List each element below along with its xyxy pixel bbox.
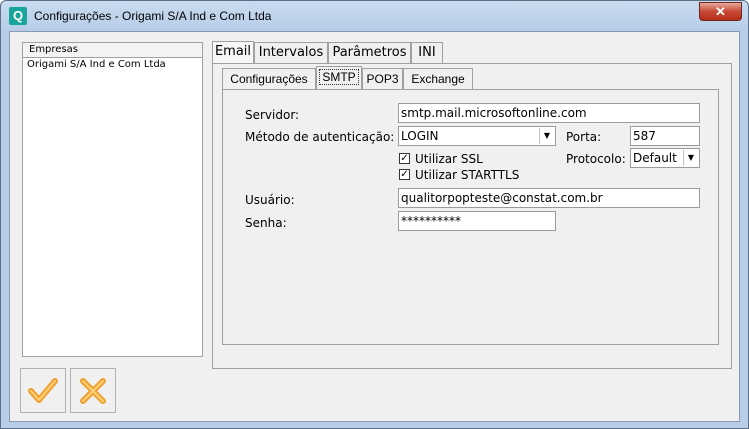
tab-parametros[interactable]: Parâmetros [328, 42, 411, 63]
usuario-label: Usuário: [245, 193, 295, 207]
title-bar[interactable]: Q Configurações - Origami S/A Ind e Com … [1, 1, 748, 31]
starttls-label[interactable]: Utilizar STARTTLS [415, 168, 519, 182]
window-title: Configurações - Origami S/A Ind e Com Lt… [34, 9, 272, 23]
senha-label: Senha: [245, 216, 287, 230]
configuracoes-window: Q Configurações - Origami S/A Ind e Com … [0, 0, 749, 429]
usuario-input[interactable]: qualitorpopteste@constat.com.br [398, 188, 700, 208]
subtab-pop3[interactable]: POP3 [362, 68, 403, 89]
subtab-configuracoes[interactable]: Configurações [222, 68, 316, 89]
metodo-label: Método de autenticação: [245, 130, 395, 144]
tab-intervalos[interactable]: Intervalos [254, 42, 328, 63]
subtab-smtp[interactable]: SMTP [316, 66, 362, 89]
close-button[interactable]: ✕ [699, 2, 742, 21]
protocolo-label: Protocolo: [566, 152, 626, 166]
ok-button[interactable] [20, 368, 66, 413]
tab-email[interactable]: Email [212, 41, 254, 64]
ssl-label[interactable]: Utilizar SSL [415, 152, 483, 166]
porta-label: Porta: [566, 130, 602, 144]
empresas-header[interactable]: Empresas [23, 43, 202, 58]
ssl-checkbox[interactable]: ✓ [399, 153, 410, 164]
client-area: Empresas Origami S/A Ind e Com Ltda Emai… [9, 31, 740, 422]
chevron-down-icon[interactable]: ▼ [539, 128, 554, 144]
metodo-select[interactable]: LOGIN ▼ [398, 126, 556, 146]
action-buttons [20, 368, 118, 414]
servidor-label: Servidor: [245, 108, 300, 122]
app-icon: Q [9, 7, 27, 25]
starttls-checkbox[interactable]: ✓ [399, 169, 410, 180]
x-icon [80, 377, 106, 404]
servidor-input[interactable]: smtp.mail.microsoftonline.com [398, 103, 700, 123]
senha-input[interactable]: ********** [398, 211, 556, 231]
protocolo-select[interactable]: Default ▼ [630, 148, 700, 168]
metodo-value: LOGIN [401, 129, 439, 143]
empresas-list[interactable]: Empresas Origami S/A Ind e Com Ltda [22, 42, 203, 357]
chevron-down-icon[interactable]: ▼ [683, 150, 698, 166]
porta-input[interactable]: 587 [630, 126, 700, 146]
checkmark-icon [28, 377, 58, 403]
subtab-smtp-label: SMTP [319, 69, 359, 85]
subtab-exchange[interactable]: Exchange [403, 68, 473, 89]
cancel-button[interactable] [70, 368, 116, 413]
tab-ini[interactable]: INI [411, 42, 443, 63]
protocolo-value: Default [633, 151, 677, 165]
smtp-panel: Servidor: smtp.mail.microsoftonline.com … [222, 89, 719, 345]
empresa-item[interactable]: Origami S/A Ind e Com Ltda [23, 58, 202, 71]
email-tab-panel: Configurações SMTP POP3 Exchange Servido… [212, 63, 732, 369]
